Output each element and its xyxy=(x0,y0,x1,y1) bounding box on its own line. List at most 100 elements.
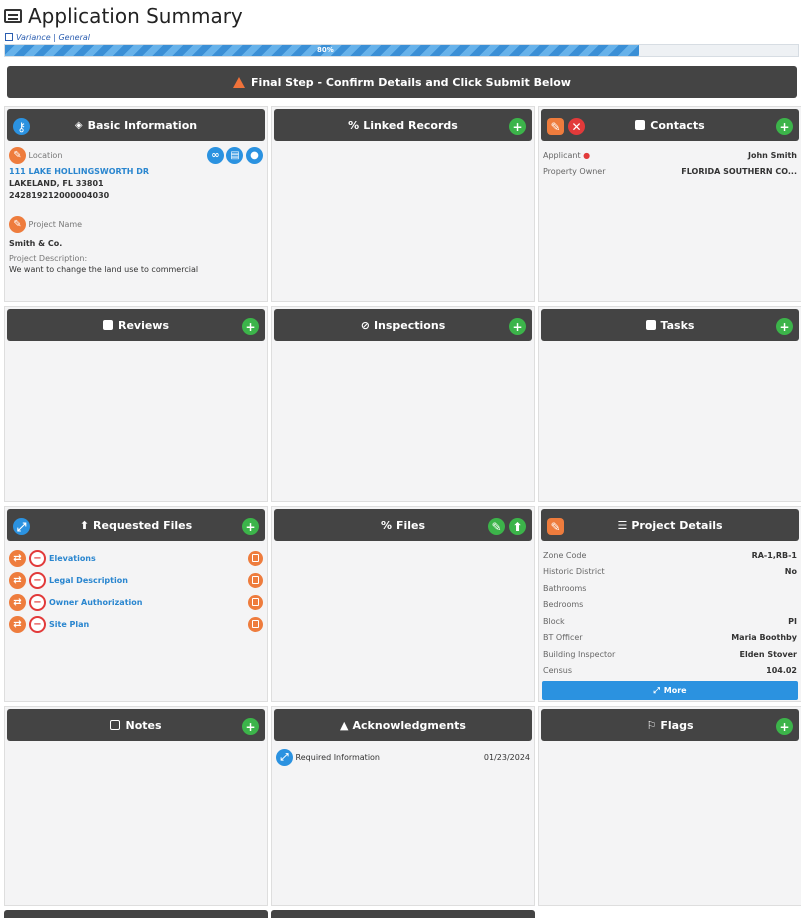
requested-files-card: ⤢ ⬆ Requested Files + ⇄ − Elevations ⇄ −… xyxy=(4,506,268,702)
remove-icon[interactable]: − xyxy=(29,615,46,633)
description-label: Project Description: xyxy=(9,254,88,263)
detail-key: Building Inspector xyxy=(543,649,616,659)
more-button[interactable]: ⤢ More xyxy=(542,681,798,700)
card-header: Notes + xyxy=(7,709,265,741)
notes-card: Notes + xyxy=(4,706,268,906)
card-title: Acknowledgments xyxy=(352,718,466,732)
acknowledgment-label[interactable]: Required Information xyxy=(296,753,380,762)
next-card-header xyxy=(4,910,268,918)
list-item: ⤢ Required Information 01/23/2024 xyxy=(276,747,530,767)
swap-icon[interactable]: ⇄ xyxy=(9,571,26,589)
expand-icon[interactable]: ⤢ xyxy=(276,748,293,766)
detail-value: PI xyxy=(788,616,797,626)
project-name-label: Project Name xyxy=(28,220,83,229)
card-title: Linked Records xyxy=(363,118,458,132)
breadcrumb-item[interactable]: Variance xyxy=(16,33,51,42)
detail-row: BT Officer Maria Boothby xyxy=(543,630,797,647)
remove-icon[interactable]: − xyxy=(29,571,46,589)
detail-value: Elden Stover xyxy=(739,649,797,659)
breadcrumb: Variance | General xyxy=(5,33,90,42)
edit-icon[interactable]: ✎ xyxy=(547,518,564,535)
link-icon[interactable]: ∞ xyxy=(206,147,224,164)
detail-row: Census 104.02 xyxy=(543,663,797,680)
files-card: % Files ✎ ⬆ xyxy=(271,506,535,702)
breadcrumb-item[interactable]: General xyxy=(58,33,90,42)
reviews-card: Reviews + xyxy=(4,306,268,502)
required-dot-icon: ● xyxy=(583,150,591,160)
file-link[interactable]: Elevations xyxy=(49,554,248,563)
detail-row: Block PI xyxy=(543,613,797,630)
expand-icon[interactable]: ⤢ xyxy=(13,518,30,535)
file-link[interactable]: Owner Authorization xyxy=(49,598,248,607)
contact-name[interactable]: FLORIDA SOUTHERN CO... xyxy=(681,167,797,176)
edit-location-icon[interactable]: ✎ xyxy=(9,147,26,164)
file-link[interactable]: Legal Description xyxy=(49,576,248,585)
upload-icon: ⬆ xyxy=(79,518,90,532)
acknowledgments-list: ⤢ Required Information 01/23/2024 xyxy=(276,747,530,767)
basic-info-body: ✎ Location ∞ ▤ ● 111 LAKE HOLLINGSWORTH … xyxy=(9,147,263,274)
document-icon[interactable] xyxy=(248,572,263,588)
file-link[interactable]: Site Plan xyxy=(49,620,248,629)
add-note-button[interactable]: + xyxy=(242,718,259,735)
remove-icon[interactable]: − xyxy=(29,593,46,611)
detail-row: Building Inspector Elden Stover xyxy=(543,646,797,663)
key-icon[interactable]: ⚷ xyxy=(13,118,30,135)
swap-icon[interactable]: ⇄ xyxy=(9,615,26,633)
card-title: Tasks xyxy=(660,318,695,332)
detail-row: Zone Code RA-1,RB-1 xyxy=(543,547,797,564)
edit-files-button[interactable]: ✎ xyxy=(488,518,505,535)
swap-icon[interactable]: ⇄ xyxy=(9,549,26,567)
card-header: Tasks + xyxy=(541,309,799,341)
project-name: Smith & Co. xyxy=(9,239,63,248)
swap-icon[interactable]: ⇄ xyxy=(9,593,26,611)
paperclip-icon: % xyxy=(380,518,392,532)
card-header: ⤢ ⬆ Requested Files + xyxy=(7,509,265,541)
remove-icon[interactable]: − xyxy=(29,549,46,567)
card-title: Project Details xyxy=(631,518,723,532)
detail-value: RA-1,RB-1 xyxy=(751,550,797,560)
add-contact-button[interactable]: + xyxy=(776,118,793,135)
list-item: ⇄ − Site Plan xyxy=(9,613,263,635)
add-flag-button[interactable]: + xyxy=(776,718,793,735)
tasks-card: Tasks + xyxy=(538,306,801,502)
card-header: ⚷ ◈ Basic Information xyxy=(7,109,265,141)
card-title: Reviews xyxy=(117,318,170,332)
detail-row: Bedrooms xyxy=(543,597,797,614)
add-review-button[interactable]: + xyxy=(242,318,259,335)
card-title: Flags xyxy=(660,718,694,732)
document-icon[interactable] xyxy=(248,550,263,566)
next-card-header xyxy=(271,910,535,918)
add-task-button[interactable]: + xyxy=(776,318,793,335)
contact-row: Applicant ● John Smith xyxy=(543,147,797,164)
document-icon[interactable] xyxy=(248,616,263,632)
card-header: ✎ ☰ Project Details xyxy=(541,509,799,541)
add-linked-record-button[interactable]: + xyxy=(509,118,526,135)
upload-file-button[interactable]: ⬆ xyxy=(509,518,526,535)
list-icon xyxy=(645,320,656,330)
contacts-body: Applicant ● John Smith Property Owner FL… xyxy=(543,147,797,180)
map-pin-icon[interactable]: ● xyxy=(246,147,263,164)
card-header: ✎ ✕ Contacts + xyxy=(541,109,799,141)
contact-name[interactable]: John Smith xyxy=(748,151,797,160)
note-icon xyxy=(110,720,121,730)
acknowledgments-card: ▲ Acknowledgments ⤢ Required Information… xyxy=(271,706,535,906)
warning-icon: ▲ xyxy=(340,718,349,732)
parcel-number: 242819212000004030 xyxy=(9,191,110,200)
edit-project-name-icon[interactable]: ✎ xyxy=(9,216,26,233)
document-icon[interactable] xyxy=(248,594,263,610)
card-title: Contacts xyxy=(650,118,705,132)
add-inspection-button[interactable]: + xyxy=(509,318,526,335)
address-link[interactable]: 111 LAKE HOLLINGSWORTH DR xyxy=(9,167,263,176)
map-icon[interactable]: ▤ xyxy=(226,147,244,164)
address-city: LAKELAND, FL 33801 xyxy=(9,179,104,188)
detail-key: BT Officer xyxy=(543,633,583,643)
flags-card: ⚐ Flags + xyxy=(538,706,801,906)
detail-row: Bathrooms xyxy=(543,580,797,597)
add-requested-file-button[interactable]: + xyxy=(242,518,259,535)
edit-icon[interactable]: ✎ xyxy=(547,118,564,135)
list-item: ⇄ − Elevations xyxy=(9,547,263,569)
contact-role: Applicant xyxy=(543,150,581,160)
delete-icon[interactable]: ✕ xyxy=(568,118,585,135)
list-item: ⇄ − Owner Authorization xyxy=(9,591,263,613)
checkbox-icon xyxy=(5,33,13,41)
